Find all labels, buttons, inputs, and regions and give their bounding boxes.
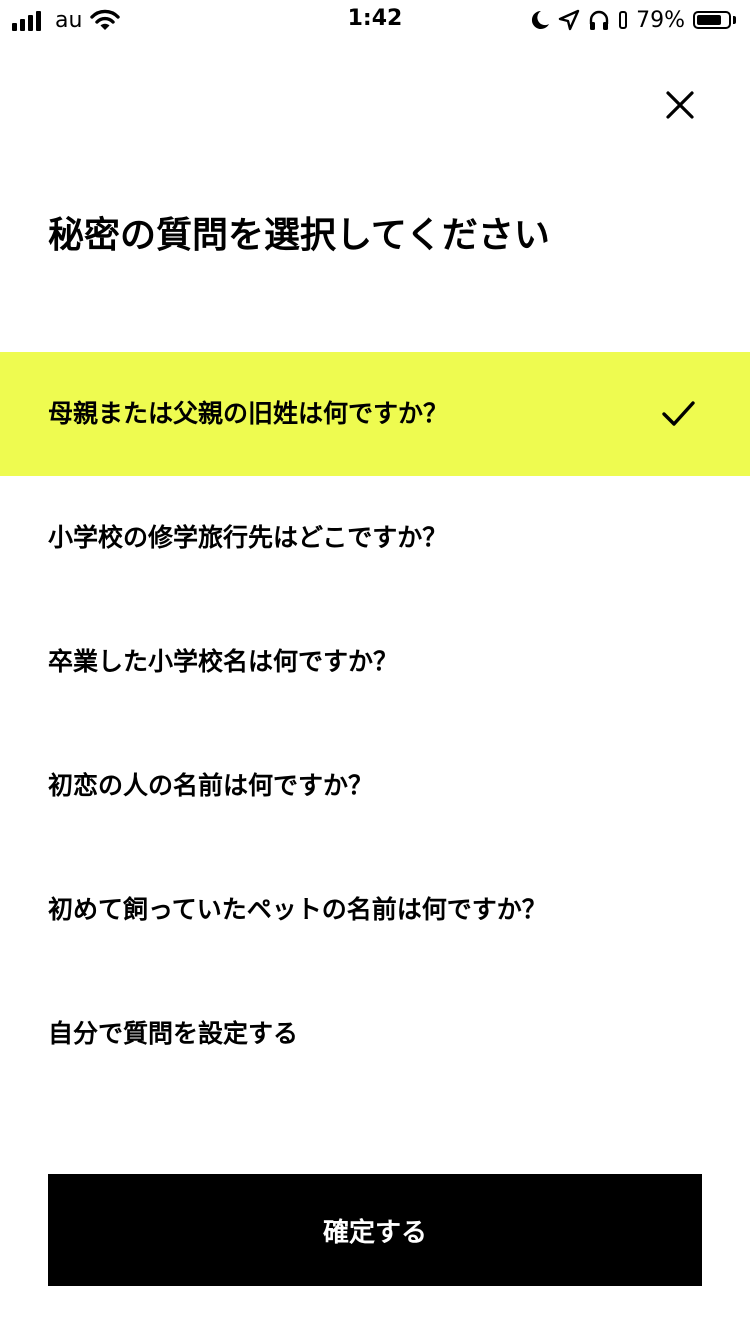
location-icon bbox=[558, 9, 580, 31]
moon-icon bbox=[532, 10, 550, 29]
question-option[interactable]: 母親または父親の旧姓は何ですか？ bbox=[0, 352, 750, 476]
battery-level bbox=[697, 15, 721, 25]
question-option[interactable]: 初恋の人の名前は何ですか？ bbox=[0, 724, 750, 848]
battery-icon bbox=[693, 11, 731, 29]
confirm-button[interactable]: 確定する bbox=[48, 1174, 702, 1286]
question-list: 母親または父親の旧姓は何ですか？ 小学校の修学旅行先はどこですか？ 卒業した小学校名… bbox=[0, 352, 750, 1096]
question-option-label: 初恋の人の名前は何ですか？ bbox=[48, 771, 374, 800]
question-option-label: 卒業した小学校名は何ですか？ bbox=[48, 647, 399, 676]
question-option-label: 初めて飼っていたペットの名前は何ですか？ bbox=[48, 895, 547, 924]
question-option[interactable]: 小学校の修学旅行先はどこですか？ bbox=[0, 476, 750, 600]
page-title: 秘密の質問を選択してください bbox=[48, 215, 550, 256]
close-button[interactable] bbox=[655, 80, 705, 130]
checkmark-icon bbox=[662, 401, 695, 426]
question-option-label: 母親または父親の旧姓は何ですか？ bbox=[48, 399, 449, 428]
question-option[interactable]: 卒業した小学校名は何ですか？ bbox=[0, 600, 750, 724]
close-icon[interactable] bbox=[665, 90, 695, 120]
battery-tip bbox=[733, 16, 736, 24]
status-bar: au 1:42 79% bbox=[0, 0, 750, 40]
question-option[interactable]: 初めて飼っていたペットの名前は何ですか？ bbox=[0, 848, 750, 972]
battery-percent: 79% bbox=[636, 7, 685, 33]
question-option-label: 自分で質問を設定する bbox=[48, 1019, 299, 1048]
question-option[interactable]: 自分で質問を設定する bbox=[0, 972, 750, 1096]
rotation-lock-icon bbox=[619, 11, 628, 29]
status-right: 79% bbox=[530, 6, 736, 34]
question-option-label: 小学校の修学旅行先はどこですか？ bbox=[48, 523, 448, 552]
headphones-icon bbox=[589, 10, 609, 30]
